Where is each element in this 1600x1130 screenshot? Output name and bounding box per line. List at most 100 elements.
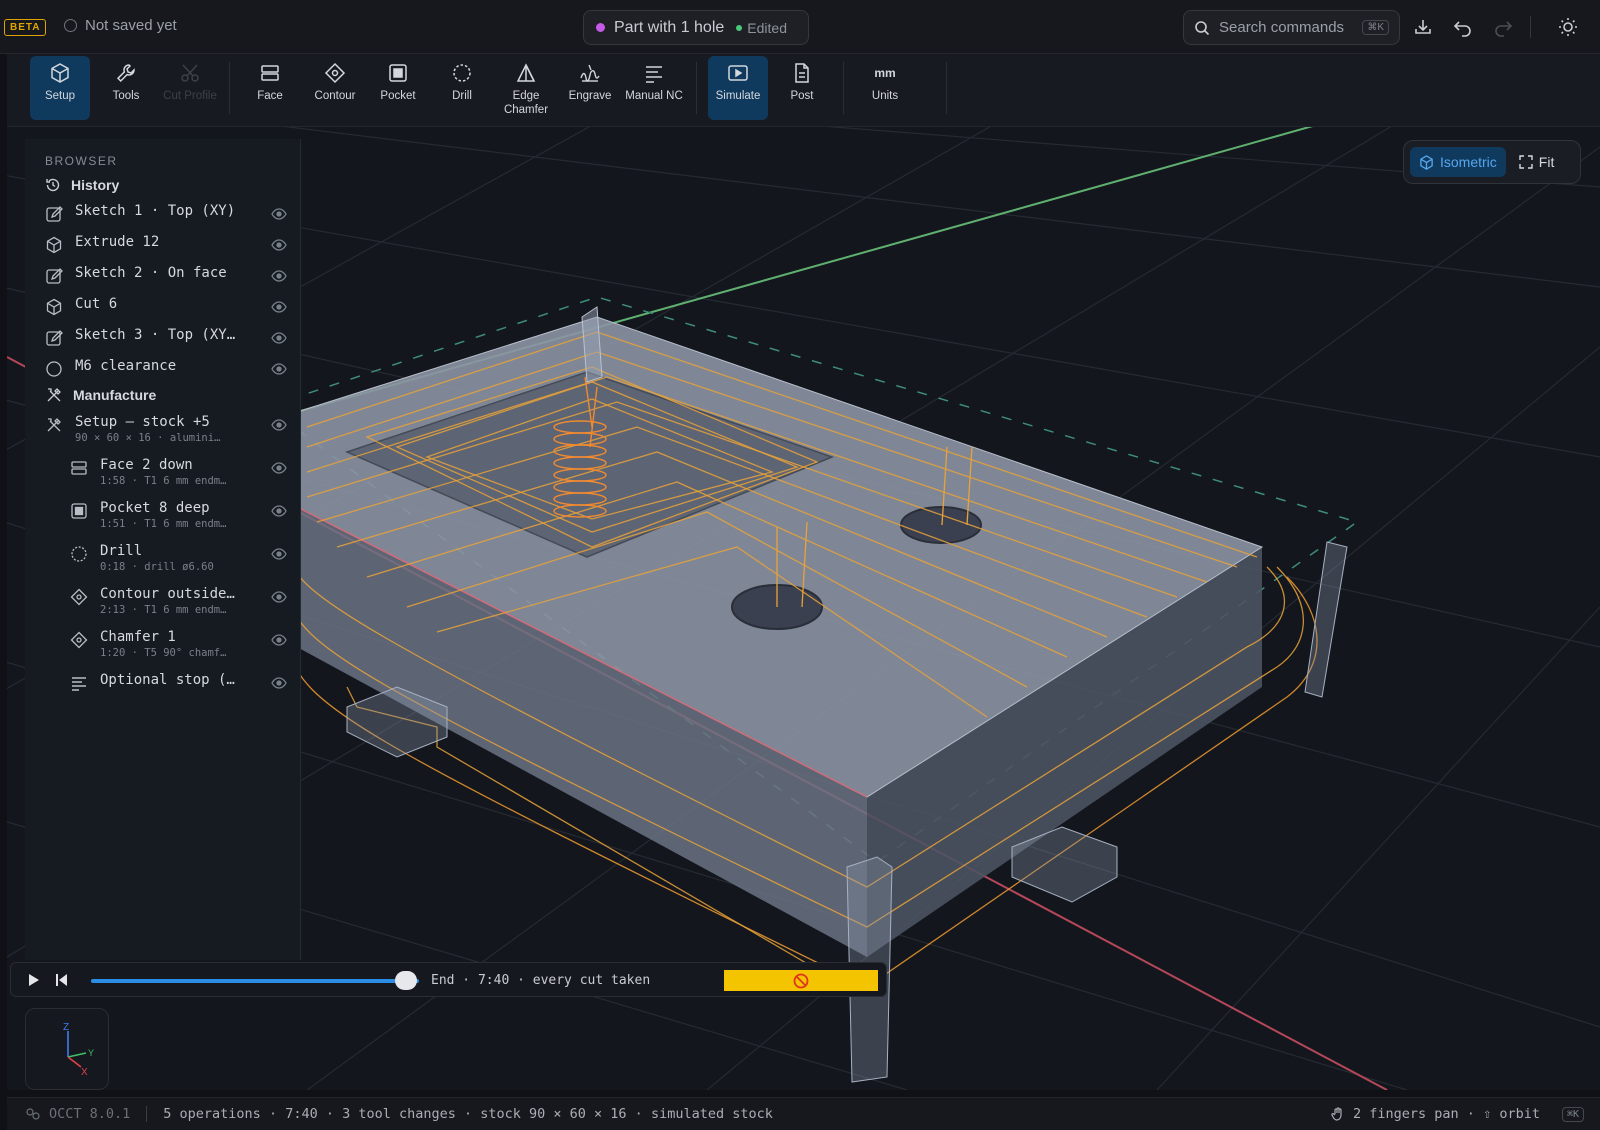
visibility-eye-icon[interactable] — [271, 207, 287, 221]
visibility-eye-icon[interactable] — [271, 633, 287, 647]
save-state-label: Not saved yet — [85, 17, 177, 34]
document-icon — [795, 63, 809, 83]
tool-pocket[interactable]: Pocket — [368, 56, 428, 120]
tool-drill-label: Drill — [452, 90, 472, 102]
visibility-eye-icon[interactable] — [271, 331, 287, 345]
fit-frame-icon — [1519, 155, 1533, 169]
face-icon — [261, 65, 279, 81]
operation-item[interactable]: Contour outside… 2:13 · T1 6 mm endm… — [70, 586, 287, 624]
wrench-icon — [116, 64, 135, 83]
tool-units[interactable]: mm Units — [855, 56, 915, 120]
tool-post[interactable]: Post — [772, 56, 832, 120]
history-section[interactable]: History — [45, 177, 119, 193]
command-search[interactable]: Search commands ⌘K — [1183, 10, 1400, 45]
manufacture-tools-icon — [47, 388, 61, 402]
download-icon[interactable] — [1412, 16, 1434, 38]
drill-icon — [71, 546, 87, 562]
tool-pocket-label: Pocket — [380, 90, 416, 102]
tool-tools[interactable]: Tools — [96, 56, 156, 120]
collision-warning[interactable] — [724, 970, 878, 991]
operation-item[interactable]: Pocket 8 deep 1:51 · T1 6 mm endm… — [70, 500, 287, 538]
history-label: History — [71, 177, 120, 193]
beta-badge: BETA — [4, 19, 47, 36]
redo-icon[interactable] — [1492, 16, 1514, 38]
history-item[interactable]: Extrude 12 — [45, 234, 287, 262]
document-title-pill[interactable]: Part with 1 hole Edited — [583, 10, 809, 45]
play-icon[interactable] — [25, 972, 41, 988]
operation-item[interactable]: Optional stop (… — [70, 672, 287, 710]
history-item[interactable]: Sketch 1 · Top (XY) — [45, 203, 287, 231]
visibility-eye-icon[interactable] — [271, 238, 287, 252]
undo-icon[interactable] — [1452, 16, 1474, 38]
operation-name: Chamfer 1 — [100, 629, 176, 645]
isometric-cube-icon — [1420, 154, 1433, 170]
visibility-eye-icon[interactable] — [271, 547, 287, 561]
tool-cut-profile[interactable]: Cut Profile — [160, 56, 220, 120]
operation-item[interactable]: Drill 0:18 · drill ø6.60 — [70, 543, 287, 581]
history-item-name: Sketch 1 · Top (XY) — [75, 203, 236, 219]
shortcut-kbd: ⌘K — [1561, 1106, 1584, 1122]
toolbar-divider — [843, 62, 844, 114]
visibility-eye-icon[interactable] — [271, 676, 287, 690]
tool-face-label: Face — [257, 90, 283, 102]
history-item[interactable]: M6 clearance — [45, 358, 287, 386]
tool-manual-nc[interactable]: Manual NC — [624, 56, 684, 120]
visibility-eye-icon[interactable] — [271, 418, 287, 432]
search-shortcut: ⌘K — [1362, 20, 1389, 35]
visibility-eye-icon[interactable] — [271, 300, 287, 314]
contour-icon — [324, 62, 346, 84]
tool-drill[interactable]: Drill — [432, 56, 492, 120]
sketch-icon — [46, 330, 63, 346]
operation-subtitle: 1:58 · T1 6 mm endm… — [100, 475, 227, 487]
axis-triad[interactable]: Z Y X — [25, 1008, 109, 1090]
search-input[interactable]: Search commands — [1219, 19, 1353, 36]
tool-simulate[interactable]: Simulate — [708, 56, 768, 120]
drill-icon — [453, 64, 471, 82]
skip-to-start-icon[interactable] — [53, 972, 69, 988]
theme-sun-icon[interactable] — [1557, 16, 1579, 38]
document-status: Edited — [747, 19, 787, 36]
visibility-eye-icon[interactable] — [271, 362, 287, 376]
visibility-eye-icon[interactable] — [271, 590, 287, 604]
isometric-button[interactable]: Isometric — [1410, 147, 1506, 177]
operation-item[interactable]: Face 2 down 1:58 · T1 6 mm endm… — [70, 457, 287, 495]
simulation-scrubber[interactable] — [91, 979, 419, 983]
operation-subtitle: 0:18 · drill ø6.60 — [100, 561, 214, 573]
operation-item[interactable]: Chamfer 1 1:20 · T5 90° chamf… — [70, 629, 287, 667]
operation-subtitle: 2:13 · T1 6 mm endm… — [100, 604, 227, 616]
tool-face[interactable]: Face — [240, 56, 300, 120]
visibility-eye-icon[interactable] — [271, 504, 287, 518]
scrubber-handle[interactable] — [395, 971, 417, 990]
tool-setup[interactable]: Setup — [30, 56, 90, 120]
axis-triad-graphic: Z Y X — [63, 1022, 94, 1078]
operation-name: Optional stop (… — [100, 672, 235, 688]
toolbar-divider — [229, 62, 230, 114]
tool-tools-label: Tools — [112, 90, 140, 102]
visibility-eye-icon[interactable] — [271, 269, 287, 283]
navigation-hint: 2 fingers pan · ⇧ orbit ⌘K — [1331, 1106, 1584, 1122]
history-item[interactable]: Sketch 2 · On face — [45, 265, 287, 293]
tool-edge-chamfer[interactable]: Edge Chamfer — [496, 56, 556, 120]
scissors-icon — [181, 64, 199, 82]
tool-contour[interactable]: Contour — [305, 56, 365, 120]
manufacture-section[interactable]: Manufacture — [45, 386, 156, 404]
history-item[interactable]: Cut 6 — [45, 296, 287, 324]
status-divider — [146, 1106, 148, 1122]
contour-icon — [70, 588, 88, 606]
tool-manual-nc-label: Manual NC — [625, 90, 683, 102]
chamfer-icon — [516, 63, 536, 82]
operation-name: Contour outside… — [100, 586, 235, 602]
setup-item[interactable]: Setup — stock +5 90 × 60 × 16 · alumini… — [45, 414, 287, 450]
playback-status: End · 7:40 · every cut taken — [431, 973, 651, 988]
fit-label: Fit — [1538, 154, 1555, 170]
operation-subtitle: 1:51 · T1 6 mm endm… — [100, 518, 227, 530]
tool-engrave[interactable]: Engrave — [560, 56, 620, 120]
tool-units-label: Units — [871, 90, 899, 102]
history-item[interactable]: Sketch 3 · Top (XY… — [45, 327, 287, 355]
visibility-eye-icon[interactable] — [271, 461, 287, 475]
face-icon — [71, 461, 87, 475]
manufacture-label: Manufacture — [73, 387, 157, 403]
cube-icon — [46, 236, 62, 254]
fit-button[interactable]: Fit — [1510, 147, 1564, 177]
history-item-name: Sketch 2 · On face — [75, 265, 227, 281]
